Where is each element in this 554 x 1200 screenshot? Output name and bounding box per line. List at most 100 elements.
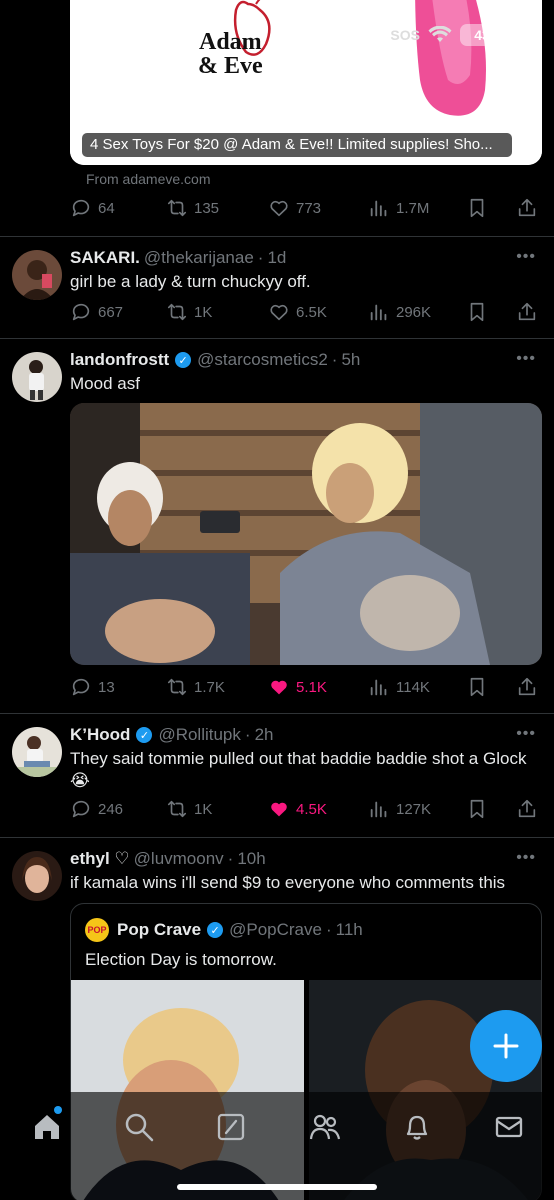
quote-author-name[interactable]: Pop Crave [117,920,201,940]
video-frame [70,403,542,665]
bookmark-button[interactable] [466,301,488,323]
share-button[interactable] [516,301,538,323]
repost-button[interactable]: 1K [166,301,212,323]
home-indicator [177,1184,377,1190]
reply-button[interactable]: 64 [70,197,115,219]
tweet-text: They said tommie pulled out that baddie … [70,748,540,792]
messages-icon [495,1116,523,1138]
views-count: 1.7M [396,199,430,217]
share-button[interactable] [516,798,538,820]
action-bar: 667 1K 6.5K 296K [70,301,540,325]
more-icon[interactable]: ••• [516,248,536,266]
tab-grok[interactable] [216,1112,246,1142]
author-name[interactable]: ethyl ♡ [70,849,130,869]
views-count: 127K [396,800,432,818]
tab-home[interactable] [32,1106,62,1142]
like-count: 4.5K [296,800,327,818]
share-icon [518,677,536,696]
battery-indicator: 43 [460,24,504,46]
repost-button[interactable]: 135 [166,197,219,219]
tweet[interactable]: SAKARI. @thekarijanae · 1d ••• girl be a… [0,237,554,339]
bookmark-icon [470,302,484,322]
tweet[interactable]: K’Hood ✓ @Rollitupk · 2h ••• They said t… [0,714,554,838]
repost-button[interactable]: 1.7K [166,676,225,698]
share-icon [518,198,536,217]
tweet-text: girl be a lady & turn chuckyy off. [70,272,311,291]
home-icon [35,1115,59,1139]
logo-text: POP [87,925,107,935]
crying-emoji: 😭 [70,771,90,790]
reply-icon [72,678,90,696]
reply-button[interactable]: 246 [70,798,123,820]
like-button[interactable]: 4.5K [268,798,327,820]
like-button[interactable]: 773 [268,197,321,219]
tweet-time: 2h [254,725,274,744]
author-handle[interactable]: @Rollitupk [158,725,240,745]
tweet-header: landonfrostt ✓ @starcosmetics2 · 5h [70,350,360,370]
status-bar: 7:07 SOS 43 [0,0,554,60]
author-name[interactable]: SAKARI. [70,248,140,268]
views-button[interactable]: 114K [368,676,430,698]
repost-button[interactable]: 1K [166,798,212,820]
more-icon[interactable]: ••• [516,350,536,368]
reply-button[interactable]: 667 [70,301,123,323]
views-count: 296K [396,303,432,321]
like-count: 5.1K [296,678,327,696]
tab-communities[interactable] [309,1112,341,1142]
action-bar: 13 1.7K 5.1K 114K [70,676,540,700]
quote-author-handle[interactable]: @PopCrave [229,920,322,940]
compose-button[interactable] [470,1010,542,1082]
tab-messages[interactable] [494,1112,524,1142]
tweet[interactable]: landonfrostt ✓ @starcosmetics2 · 5h ••• … [0,339,554,714]
popcrave-logo: POP [85,918,109,942]
avatar[interactable] [12,727,62,777]
avatar[interactable] [12,851,62,901]
views-button[interactable]: 1.7M [368,197,429,219]
reply-icon [72,303,90,321]
tab-search[interactable] [124,1112,154,1142]
more-icon[interactable]: ••• [516,725,536,743]
verified-icon: ✓ [207,922,224,938]
share-button[interactable] [516,197,538,219]
tweet-text: if kamala wins i'll send $9 to everyone … [70,873,506,892]
tab-notifications[interactable] [402,1112,432,1142]
like-button[interactable]: 6.5K [268,301,327,323]
bookmark-button[interactable] [466,798,488,820]
more-icon[interactable]: ••• [516,849,536,867]
reply-count: 246 [98,800,124,818]
views-button[interactable]: 296K [368,301,431,323]
author-name[interactable]: K’Hood [70,725,130,745]
views-icon [370,801,387,818]
bookmark-button[interactable] [466,676,488,698]
quote-header: Pop Crave ✓ @PopCrave · 11h [117,920,363,940]
bookmark-button[interactable] [466,197,488,219]
views-button[interactable]: 127K [368,798,431,820]
share-button[interactable] [516,676,538,698]
tweet-time: 5h [341,350,361,369]
status-icons: SOS 43 [390,24,504,46]
author-handle[interactable]: @starcosmetics2 [197,350,328,370]
avatar[interactable] [12,352,62,402]
avatar-image [12,250,62,300]
quote-time: 11h [335,920,363,939]
tweet-header: K’Hood ✓ @Rollitupk · 2h [70,725,273,745]
author-handle[interactable]: @thekarijanae [144,248,254,268]
reply-count: 667 [98,303,124,321]
author-handle[interactable]: @luvmoonv [134,849,224,869]
reply-button[interactable]: 13 [70,676,115,698]
action-bar: 246 1K 4.5K 127K [70,798,540,822]
communities-icon [309,1114,341,1140]
tweet-text: Mood asf [70,374,140,393]
repost-icon [167,678,187,696]
ad-banner: 4 Sex Toys For $20 @ Adam & Eve!! Limite… [82,133,512,157]
author-name[interactable]: landonfrostt [70,350,169,370]
tweet-video[interactable] [70,403,542,665]
like-count: 773 [296,199,322,217]
avatar[interactable] [12,250,62,300]
ad-source-link[interactable]: From adameve.com [86,171,210,187]
tweet-time: 10h [237,849,266,868]
quote-text: Election Day is tomorrow. [85,950,277,969]
like-button[interactable]: 5.1K [268,676,327,698]
like-icon [271,802,287,817]
separator: · [227,849,234,868]
